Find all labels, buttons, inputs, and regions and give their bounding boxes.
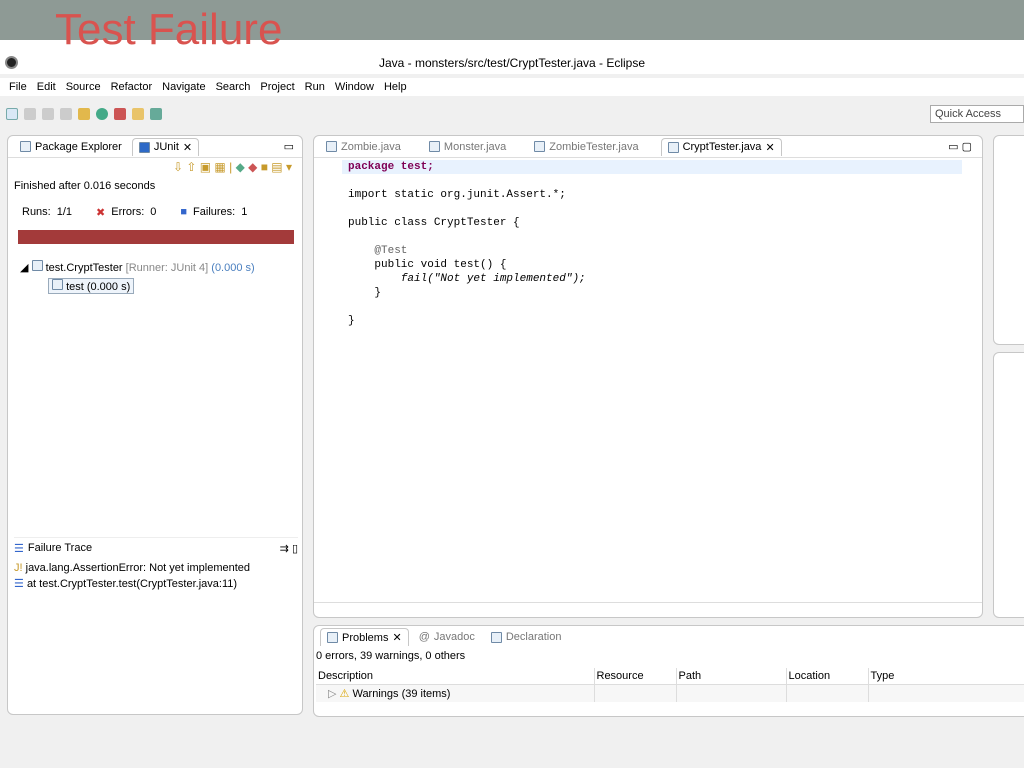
trace-list: J! java.lang.AssertionError: Not yet imp…	[14, 560, 250, 592]
menu-project[interactable]: Project	[255, 78, 299, 96]
problems-table: Description Resource Path Location Type …	[316, 668, 1024, 702]
eclipse-icon	[5, 56, 18, 69]
table-row[interactable]: ▷ ⚠ Warnings (39 items)	[316, 684, 1024, 702]
problems-tabrow: Problems ✕ @ Javadoc Declaration	[314, 626, 1024, 648]
tab-junit[interactable]: JUnit ✕	[131, 137, 200, 156]
horizontal-scrollbar[interactable]	[314, 602, 982, 616]
menu-search[interactable]: Search	[211, 78, 256, 96]
save-all-icon[interactable]	[42, 108, 54, 120]
col-location[interactable]: Location	[785, 668, 868, 685]
tab-crypttester-java[interactable]: CryptTester.java ✕	[660, 137, 782, 156]
junit-toolbar: ⇩ ⇧ ▣ ▦ | ◆ ◆ ■ ▤ ▾	[172, 160, 292, 174]
task-list-panel	[993, 135, 1024, 345]
new-icon[interactable]	[6, 108, 18, 120]
tree-row-test[interactable]: test (0.000 s)	[48, 278, 135, 294]
test-suite-icon	[31, 260, 43, 271]
tab-zombie-java[interactable]: Zombie.java	[320, 139, 407, 155]
counters: Runs: 1/1 ✖ Errors: 0 ■ Failures: 1	[22, 206, 248, 219]
java-file-icon	[667, 141, 679, 153]
close-icon[interactable]: ✕	[765, 141, 774, 154]
editor-tabrow: Zombie.java Monster.java ZombieTester.ja…	[314, 136, 982, 158]
problems-panel: Problems ✕ @ Javadoc Declaration 0 errors,…	[313, 625, 1024, 717]
menu-help[interactable]: Help	[379, 78, 412, 96]
package-icon	[20, 141, 31, 152]
tab-problems[interactable]: Problems ✕	[320, 628, 409, 646]
external-tools-icon[interactable]	[114, 108, 126, 120]
error-icon: ✖	[96, 207, 106, 219]
tree-row-class[interactable]: ◢ test.CryptTester [Runner: JUnit 4] (0.…	[20, 260, 255, 274]
java-file-icon	[534, 141, 546, 152]
menu-edit[interactable]: Edit	[32, 78, 61, 96]
rerun-failed-icon[interactable]: ◆	[248, 160, 257, 174]
slide-title: Test Failure	[55, 5, 283, 54]
junit-icon	[138, 141, 150, 153]
declaration-icon	[490, 631, 502, 643]
open-type-icon[interactable]	[132, 108, 144, 120]
menu-bar: File Edit Source Refactor Navigate Searc…	[0, 78, 1024, 96]
menu-window[interactable]: Window	[330, 78, 379, 96]
trace-line[interactable]: ☰ at test.CryptTester.test(CryptTester.j…	[14, 576, 250, 592]
window-titlebar: Java - monsters/src/test/CryptTester.jav…	[0, 52, 1024, 74]
run-icon[interactable]	[96, 108, 108, 120]
failure-icon: ■	[180, 206, 188, 218]
close-icon[interactable]: ✕	[392, 631, 401, 644]
at-icon: @	[418, 631, 430, 643]
minimize-icon[interactable]: ▭	[284, 140, 302, 153]
col-type[interactable]: Type	[867, 668, 1024, 685]
rerun-icon[interactable]: ◆	[236, 160, 245, 174]
debug-icon[interactable]	[78, 108, 90, 120]
col-resource[interactable]: Resource	[593, 668, 676, 685]
outline-panel	[993, 352, 1024, 618]
minimize-icon[interactable]: ▭ ▢	[948, 140, 982, 153]
test-tree: ◢ test.CryptTester [Runner: JUnit 4] (0.…	[20, 260, 255, 294]
warning-icon: ⚠	[339, 688, 350, 700]
main-toolbar	[0, 102, 1024, 126]
java-file-icon	[428, 141, 440, 152]
close-icon[interactable]: ✕	[183, 141, 192, 154]
menu-navigate[interactable]: Navigate	[157, 78, 210, 96]
tab-javadoc[interactable]: @ Javadoc	[413, 629, 481, 645]
quick-access-input[interactable]: Quick Access	[930, 105, 1024, 123]
menu-file[interactable]: File	[4, 78, 32, 96]
menu-refactor[interactable]: Refactor	[106, 78, 158, 96]
junit-panel: Package Explorer JUnit ✕ ▭ ⇩ ⇧ ▣ ▦ | ◆ ◆ …	[7, 135, 303, 715]
code-editor[interactable]: package test; import static org.junit.As…	[348, 160, 586, 328]
trace-line[interactable]: J! java.lang.AssertionError: Not yet imp…	[14, 560, 250, 576]
left-tabrow: Package Explorer JUnit ✕ ▭	[8, 136, 302, 158]
java-file-icon	[326, 141, 337, 152]
problems-icon	[327, 632, 338, 643]
window-title: Java - monsters/src/test/CryptTester.jav…	[378, 56, 646, 70]
menu-source[interactable]: Source	[61, 78, 106, 96]
col-description[interactable]: Description	[316, 668, 594, 685]
test-fail-icon	[52, 279, 63, 290]
tab-package-explorer[interactable]: Package Explorer	[14, 139, 128, 155]
print-icon[interactable]	[60, 108, 72, 120]
junit-progress-bar	[18, 230, 294, 244]
failure-trace-header: ☰ Failure Trace ⇉ ▯	[14, 537, 298, 555]
menu-run[interactable]: Run	[300, 78, 330, 96]
exception-icon: J!	[14, 562, 23, 574]
expand-icon[interactable]: ▷	[328, 688, 336, 700]
save-icon[interactable]	[24, 108, 36, 120]
problems-summary: 0 errors, 39 warnings, 0 others	[316, 650, 466, 662]
list-icon: ☰	[14, 543, 24, 555]
tab-zombietester-java[interactable]: ZombieTester.java	[528, 139, 644, 155]
editor-panel: Zombie.java Monster.java ZombieTester.ja…	[313, 135, 983, 618]
filter-icon[interactable]: ⇉ ▯	[280, 542, 298, 555]
col-path[interactable]: Path	[675, 668, 786, 685]
tab-monster-java[interactable]: Monster.java	[423, 139, 512, 155]
search-icon[interactable]	[150, 108, 162, 120]
tab-declaration[interactable]: Declaration	[485, 629, 568, 645]
stack-icon: ☰	[14, 578, 24, 590]
finished-text: Finished after 0.016 seconds	[14, 180, 156, 192]
eclipse-window: Java - monsters/src/test/CryptTester.jav…	[0, 52, 1024, 768]
